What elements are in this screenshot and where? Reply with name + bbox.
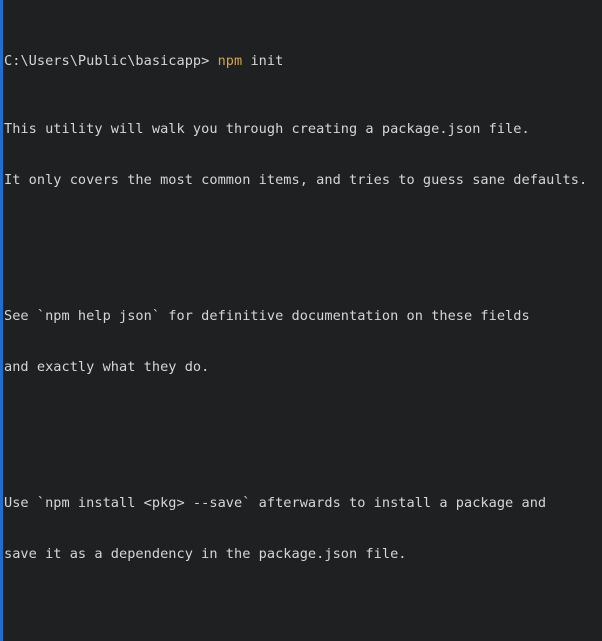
command-args: init bbox=[242, 53, 284, 69]
intro-line-2: It only covers the most common items, an… bbox=[4, 172, 588, 188]
intro-line-3: See `npm help json` for definitive docum… bbox=[4, 308, 530, 324]
intro-line-6: save it as a dependency in the package.j… bbox=[4, 546, 407, 562]
window-accent-bar bbox=[0, 0, 3, 641]
command-name: npm bbox=[217, 53, 243, 69]
command-line-npm-init: C:\Users\Public\basicapp> npm init bbox=[4, 53, 602, 70]
intro-line-1: This utility will walk you through creat… bbox=[4, 121, 530, 137]
intro-line-4: and exactly what they do. bbox=[4, 359, 210, 375]
terminal-output-area[interactable]: C:\Users\Public\basicapp> npm init This … bbox=[4, 2, 602, 641]
prompt-path: C:\Users\Public\basicapp> bbox=[4, 53, 210, 69]
intro-line-5: Use `npm install <pkg> --save` afterward… bbox=[4, 495, 547, 511]
terminal-window[interactable]: C:\Users\Public\basicapp> npm init This … bbox=[0, 0, 602, 641]
